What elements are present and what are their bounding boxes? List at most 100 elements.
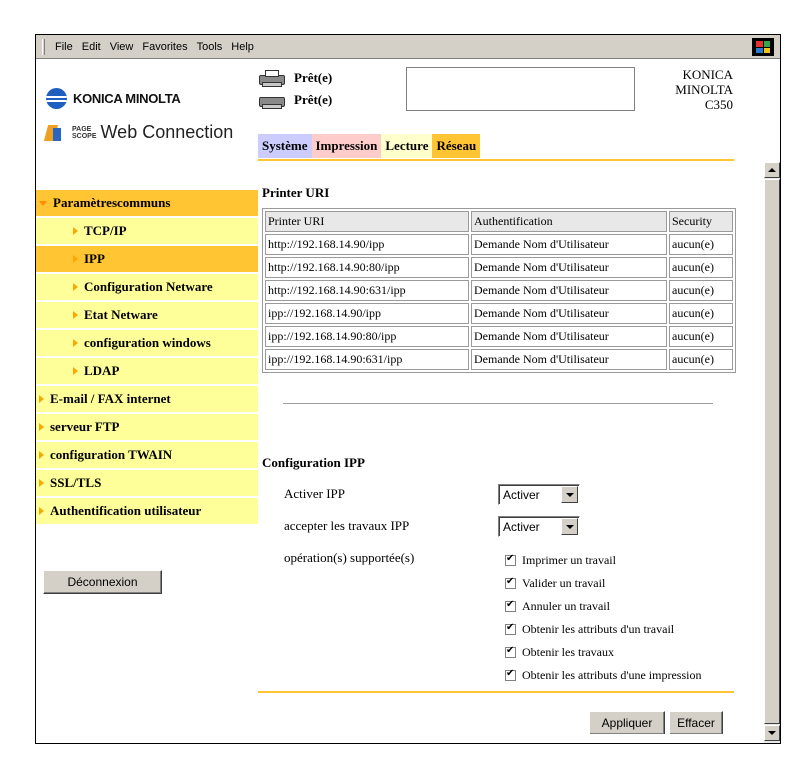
expanded-arrow-icon bbox=[39, 200, 47, 206]
table-row: http://192.168.14.90:631/ipp Demande Nom… bbox=[265, 280, 733, 301]
device-status: Prêt(e) Prêt(e) bbox=[258, 67, 332, 111]
sidebar-item-configuration-twain[interactable]: configuration TWAIN bbox=[36, 442, 258, 470]
menu-favorites[interactable]: Favorites bbox=[142, 41, 187, 53]
table-cell: Demande Nom d'Utilisateur bbox=[471, 303, 667, 324]
accepter-travaux-select[interactable]: Activer bbox=[498, 516, 580, 537]
sidebar-item-etat-netware[interactable]: Etat Netware bbox=[36, 302, 258, 330]
operation-item: Imprimer un travail bbox=[501, 552, 711, 575]
table-row: ipp://192.168.14.90:631/ipp Demande Nom … bbox=[265, 349, 733, 370]
konica-minolta-brand: KONICA MINOLTA bbox=[46, 88, 181, 109]
vertical-scrollbar[interactable] bbox=[763, 162, 780, 743]
sidebar-item-ldap[interactable]: LDAP bbox=[36, 358, 258, 386]
table-cell: ipp://192.168.14.90:80/ipp bbox=[265, 326, 469, 347]
windows-logo-icon bbox=[752, 38, 774, 56]
browser-window: File Edit View Favorites Tools Help KONI… bbox=[35, 34, 781, 744]
konica-minolta-logo-icon bbox=[46, 88, 67, 109]
apply-button[interactable]: Appliquer bbox=[589, 711, 665, 734]
arrow-right-icon bbox=[73, 367, 78, 375]
printer-status-text: Prêt(e) bbox=[294, 70, 333, 85]
arrow-right-icon bbox=[39, 507, 44, 515]
table-cell: aucun(e) bbox=[669, 234, 733, 255]
tab-lecture[interactable]: Lecture bbox=[381, 134, 433, 158]
activer-ipp-select[interactable]: Activer bbox=[498, 484, 580, 505]
tab-impression[interactable]: Impression bbox=[311, 134, 382, 158]
table-row: http://192.168.14.90:80/ipp Demande Nom … bbox=[265, 257, 733, 278]
sidebar-item-ipp[interactable]: IPP bbox=[36, 246, 258, 274]
clear-button[interactable]: Effacer bbox=[669, 711, 723, 734]
arrow-right-icon bbox=[73, 283, 78, 291]
section-divider bbox=[283, 403, 713, 405]
sidebar-item-configuration-netware[interactable]: Configuration Netware bbox=[36, 274, 258, 302]
operation-item: Annuler un travail bbox=[501, 598, 711, 621]
footer-line bbox=[258, 691, 734, 693]
accepter-travaux-label: accepter les travaux IPP bbox=[284, 518, 410, 533]
menu-file[interactable]: File bbox=[55, 41, 73, 53]
pagescope-logo-icon bbox=[43, 123, 70, 143]
column-header: Printer URI bbox=[265, 211, 469, 232]
pagescope-wordmark: PAGE SCOPE bbox=[72, 125, 97, 140]
menu-edit[interactable]: Edit bbox=[82, 41, 101, 53]
activer-ipp-label: Activer IPP bbox=[284, 486, 346, 501]
printer-uri-table: Printer URI Authentification Security ht… bbox=[262, 208, 736, 373]
product-name: Web Connection bbox=[100, 122, 234, 142]
table-cell: http://192.168.14.90:631/ipp bbox=[265, 280, 469, 301]
printer-status-row: Prêt(e) bbox=[258, 67, 332, 89]
main-tabs: Système Impression Lecture Réseau bbox=[258, 134, 481, 158]
table-cell: Demande Nom d'Utilisateur bbox=[471, 280, 667, 301]
table-cell: aucun(e) bbox=[669, 257, 733, 278]
checkbox-obtenir-attributs-travail[interactable] bbox=[505, 622, 516, 635]
tab-reseau[interactable]: Réseau bbox=[432, 134, 481, 158]
scanner-status-text: Prêt(e) bbox=[294, 92, 333, 107]
table-cell: http://192.168.14.90:80/ipp bbox=[265, 257, 469, 278]
table-cell: Demande Nom d'Utilisateur bbox=[471, 234, 667, 255]
sidebar-item-serveur-ftp[interactable]: serveur FTP bbox=[36, 414, 258, 442]
operation-item: Obtenir les attributs d'une impression bbox=[501, 667, 711, 690]
table-cell: aucun(e) bbox=[669, 303, 733, 324]
arrow-right-icon bbox=[39, 479, 44, 487]
table-cell: ipp://192.168.14.90:631/ipp bbox=[265, 349, 469, 370]
table-cell: ipp://192.168.14.90/ipp bbox=[265, 303, 469, 324]
menubar-grip bbox=[42, 38, 45, 55]
table-cell: Demande Nom d'Utilisateur bbox=[471, 257, 667, 278]
checkbox-valider[interactable] bbox=[505, 576, 516, 589]
operation-item: Obtenir les attributs d'un travail bbox=[501, 621, 711, 644]
sidebar-item-parametres-communs[interactable]: Paramètrescommuns bbox=[36, 190, 258, 218]
checkbox-annuler[interactable] bbox=[505, 599, 516, 612]
scroll-down-icon[interactable] bbox=[764, 725, 780, 741]
operation-item: Obtenir les travaux bbox=[501, 644, 711, 667]
table-cell: Demande Nom d'Utilisateur bbox=[471, 326, 667, 347]
scrollbar-thumb[interactable] bbox=[764, 179, 780, 724]
main-content: Printer URI Printer URI Authentification… bbox=[258, 162, 763, 734]
menu-view[interactable]: View bbox=[110, 41, 134, 53]
menu-tools[interactable]: Tools bbox=[197, 41, 223, 53]
checkbox-imprimer[interactable] bbox=[505, 553, 516, 566]
table-header-row: Printer URI Authentification Security bbox=[265, 211, 733, 232]
tab-underline bbox=[258, 159, 734, 161]
arrow-right-icon bbox=[73, 339, 78, 347]
brand-name: KONICA MINOLTA bbox=[73, 91, 181, 106]
chevron-down-icon[interactable] bbox=[561, 518, 578, 535]
arrow-right-icon bbox=[73, 255, 78, 263]
sidebar-item-email-fax[interactable]: E-mail / FAX internet bbox=[36, 386, 258, 414]
table-cell: aucun(e) bbox=[669, 349, 733, 370]
sidebar-item-ssl-tls[interactable]: SSL/TLS bbox=[36, 470, 258, 498]
pagescope-brand: PAGE SCOPE Web Connection bbox=[43, 122, 234, 143]
sidebar-item-configuration-windows[interactable]: configuration windows bbox=[36, 330, 258, 358]
operations-label: opération(s) supportée(s) bbox=[284, 550, 415, 565]
scroll-up-icon[interactable] bbox=[764, 162, 780, 178]
logout-button[interactable]: Déconnexion bbox=[43, 570, 162, 594]
menu-bar: File Edit View Favorites Tools Help bbox=[36, 35, 780, 59]
column-header: Authentification bbox=[471, 211, 667, 232]
column-header: Security bbox=[669, 211, 733, 232]
table-cell: Demande Nom d'Utilisateur bbox=[471, 349, 667, 370]
checkbox-obtenir-travaux[interactable] bbox=[505, 645, 516, 658]
chevron-down-icon[interactable] bbox=[561, 486, 578, 503]
menu-help[interactable]: Help bbox=[231, 41, 254, 53]
sidebar-item-authentification[interactable]: Authentification utilisateur bbox=[36, 498, 258, 526]
tab-systeme[interactable]: Système bbox=[258, 134, 312, 158]
checkbox-obtenir-attributs-impression[interactable] bbox=[505, 668, 516, 681]
arrow-right-icon bbox=[73, 311, 78, 319]
config-ipp-title: Configuration IPP bbox=[262, 455, 365, 470]
sidebar-item-tcpip[interactable]: TCP/IP bbox=[36, 218, 258, 246]
message-box bbox=[406, 67, 635, 111]
